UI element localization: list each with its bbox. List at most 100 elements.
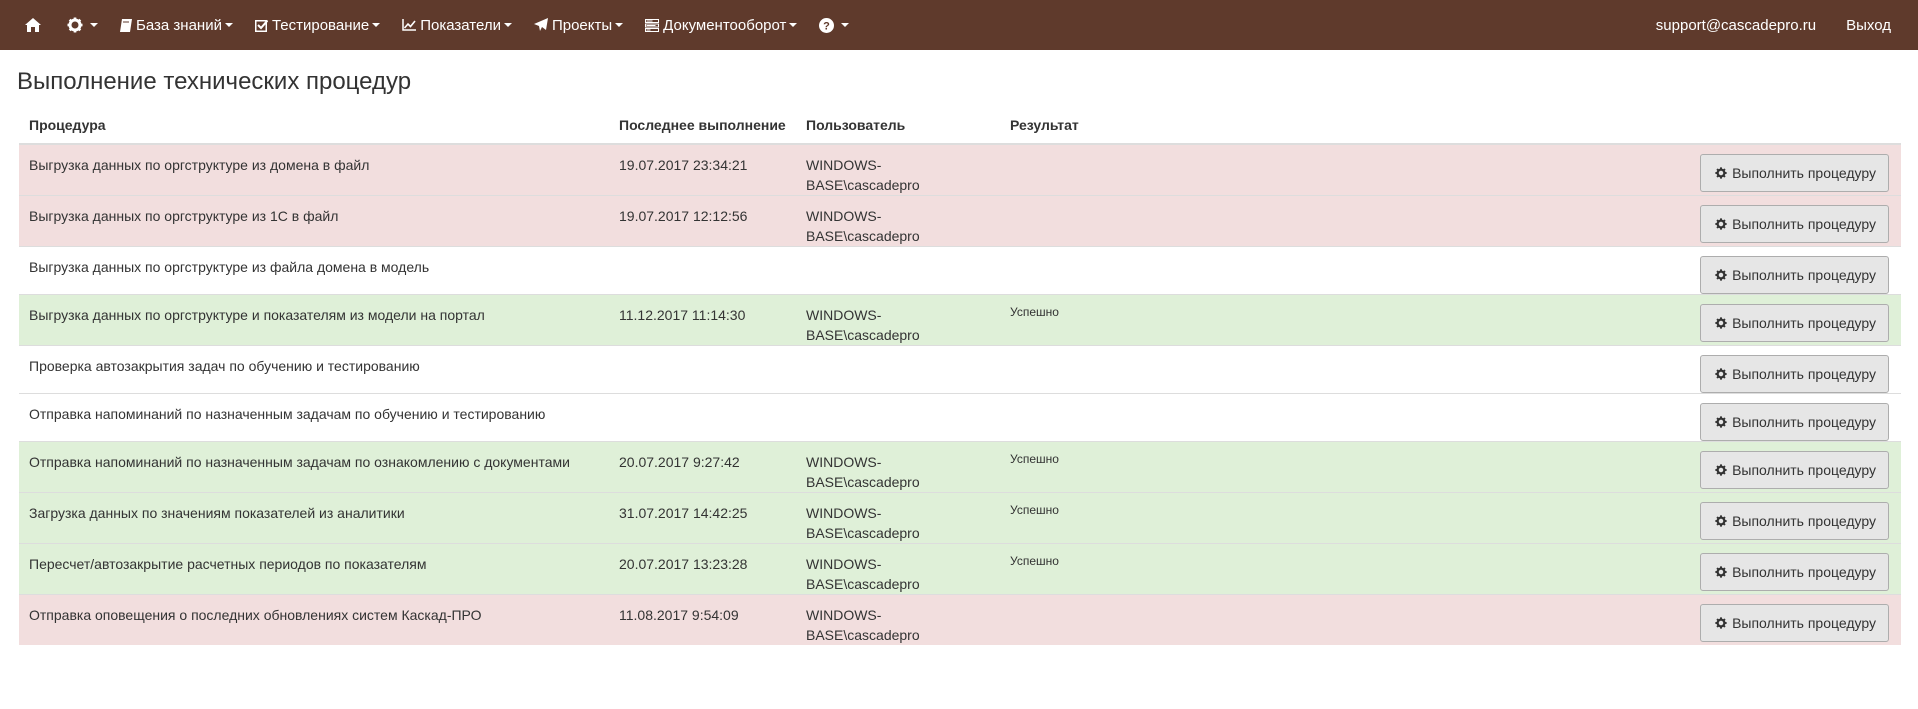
run-procedure-label: Выполнить процедуру xyxy=(1732,216,1876,232)
nav-home[interactable] xyxy=(14,0,56,50)
table-row: Выгрузка данных по оргструктуре из 1С в … xyxy=(19,195,1901,247)
nav-documents[interactable]: Документооборот xyxy=(634,0,808,50)
nav-testing[interactable]: Тестирование xyxy=(244,0,391,50)
last-run: 11.12.2017 11:14:30 xyxy=(609,294,796,346)
action-cell: Выполнить процедуру xyxy=(1300,294,1901,346)
page-title: Выполнение технических процедур xyxy=(17,68,412,95)
chevron-down-icon xyxy=(372,23,381,27)
last-run: 20.07.2017 13:23:28 xyxy=(609,543,796,595)
table-row: Выгрузка данных по оргструктуре из файла… xyxy=(19,246,1901,295)
run-result: Успешно xyxy=(1000,441,1300,493)
action-cell: Выполнить процедуру xyxy=(1300,143,1901,196)
nav-settings[interactable] xyxy=(56,0,109,50)
chevron-down-icon xyxy=(841,23,850,27)
table-row: Пересчет/автозакрытие расчетных периодов… xyxy=(19,543,1901,595)
run-user: WINDOWS-BASE\cascadepro xyxy=(796,143,1000,196)
gear-icon xyxy=(1715,218,1727,230)
run-result xyxy=(1000,246,1300,295)
action-cell: Выполнить процедуру xyxy=(1300,492,1901,544)
run-procedure-button[interactable]: Выполнить процедуру xyxy=(1700,256,1889,294)
run-user: WINDOWS-BASE\cascadepro xyxy=(796,543,1000,595)
run-result xyxy=(1000,393,1300,442)
chevron-down-icon xyxy=(503,23,512,27)
last-run: 19.07.2017 23:34:21 xyxy=(609,143,796,196)
run-procedure-button[interactable]: Выполнить процедуру xyxy=(1700,553,1889,591)
nav-projects-label: Проекты xyxy=(551,16,613,34)
run-procedure-button[interactable]: Выполнить процедуру xyxy=(1700,154,1889,192)
chevron-down-icon xyxy=(90,23,98,27)
gear-icon xyxy=(67,17,83,33)
header-action xyxy=(1300,108,1901,145)
procedure-name: Выгрузка данных по оргструктуре и показа… xyxy=(19,294,609,346)
run-procedure-button[interactable]: Выполнить процедуру xyxy=(1700,205,1889,243)
top-navbar: База знаний Тестирование Показатели Прое… xyxy=(0,0,1918,50)
action-cell: Выполнить процедуру xyxy=(1300,246,1901,295)
procedures-table-wrap: Процедура Последнее выполнение Пользоват… xyxy=(19,108,1901,645)
nav-indicators[interactable]: Показатели xyxy=(391,0,523,50)
action-cell: Выполнить процедуру xyxy=(1300,393,1901,442)
run-procedure-button[interactable]: Выполнить процедуру xyxy=(1700,304,1889,342)
nav-knowledge-base[interactable]: База знаний xyxy=(109,0,244,50)
chevron-down-icon xyxy=(615,23,624,27)
run-procedure-button[interactable]: Выполнить процедуру xyxy=(1700,604,1889,642)
run-user: WINDOWS-BASE\cascadepro xyxy=(796,441,1000,493)
chevron-down-icon xyxy=(789,23,798,27)
run-user xyxy=(796,246,1000,295)
run-procedure-label: Выполнить процедуру xyxy=(1732,564,1876,580)
last-run xyxy=(609,246,796,295)
nav-help[interactable]: ? xyxy=(808,0,860,50)
run-procedure-button[interactable]: Выполнить процедуру xyxy=(1700,502,1889,540)
procedures-table: Процедура Последнее выполнение Пользоват… xyxy=(19,108,1901,645)
question-icon: ? xyxy=(819,17,835,33)
action-cell: Выполнить процедуру xyxy=(1300,345,1901,394)
nav-testing-label: Тестирование xyxy=(271,16,370,34)
checkbox-icon xyxy=(254,19,268,32)
gear-icon xyxy=(1715,515,1727,527)
logout-link[interactable]: Выход xyxy=(1831,0,1906,50)
header-result: Результат xyxy=(1000,108,1300,145)
gear-icon xyxy=(1715,416,1727,428)
action-cell: Выполнить процедуру xyxy=(1300,594,1901,645)
run-procedure-label: Выполнить процедуру xyxy=(1732,462,1876,478)
run-procedure-label: Выполнить процедуру xyxy=(1732,165,1876,181)
run-user: WINDOWS-BASE\cascadepro xyxy=(796,492,1000,544)
action-cell: Выполнить процедуру xyxy=(1300,543,1901,595)
procedure-name: Выгрузка данных по оргструктуре из домен… xyxy=(19,143,609,196)
table-header-row: Процедура Последнее выполнение Пользоват… xyxy=(19,108,1901,145)
run-procedure-button[interactable]: Выполнить процедуру xyxy=(1700,451,1889,489)
run-result xyxy=(1000,195,1300,247)
nav-right: support@cascadepro.ru Выход xyxy=(1641,0,1906,50)
run-procedure-button[interactable]: Выполнить процедуру xyxy=(1700,355,1889,393)
table-row: Проверка автозакрытия задач по обучению … xyxy=(19,345,1901,394)
table-row: Отправка оповещения о последних обновлен… xyxy=(19,594,1901,645)
user-email-link[interactable]: support@cascadepro.ru xyxy=(1641,0,1831,50)
procedure-name: Выгрузка данных по оргструктуре из файла… xyxy=(19,246,609,295)
gear-icon xyxy=(1715,566,1727,578)
run-result: Успешно xyxy=(1000,294,1300,346)
table-row: Выгрузка данных по оргструктуре из домен… xyxy=(19,143,1901,196)
run-result xyxy=(1000,594,1300,645)
last-run: 11.08.2017 9:54:09 xyxy=(609,594,796,645)
home-icon xyxy=(25,18,41,32)
nav-left: База знаний Тестирование Показатели Прое… xyxy=(14,0,860,50)
gear-icon xyxy=(1715,464,1727,476)
procedure-name: Отправка напоминаний по назначенным зада… xyxy=(19,393,609,442)
nav-indicators-label: Показатели xyxy=(420,16,501,34)
table-row: Отправка напоминаний по назначенным зада… xyxy=(19,441,1901,493)
run-procedure-label: Выполнить процедуру xyxy=(1732,615,1876,631)
action-cell: Выполнить процедуру xyxy=(1300,441,1901,493)
last-run xyxy=(609,345,796,394)
gear-icon xyxy=(1715,368,1727,380)
gear-icon xyxy=(1715,317,1727,329)
last-run xyxy=(609,393,796,442)
nav-projects[interactable]: Проекты xyxy=(523,0,634,50)
line-chart-icon xyxy=(402,19,417,31)
nav-knowledge-base-label: База знаний xyxy=(136,16,222,34)
run-result xyxy=(1000,143,1300,196)
run-user: WINDOWS-BASE\cascadepro xyxy=(796,594,1000,645)
run-procedure-button[interactable]: Выполнить процедуру xyxy=(1700,403,1889,441)
user-email: support@cascadepro.ru xyxy=(1655,16,1817,34)
header-user: Пользователь xyxy=(796,108,1000,145)
run-result: Успешно xyxy=(1000,492,1300,544)
run-procedure-label: Выполнить процедуру xyxy=(1732,513,1876,529)
